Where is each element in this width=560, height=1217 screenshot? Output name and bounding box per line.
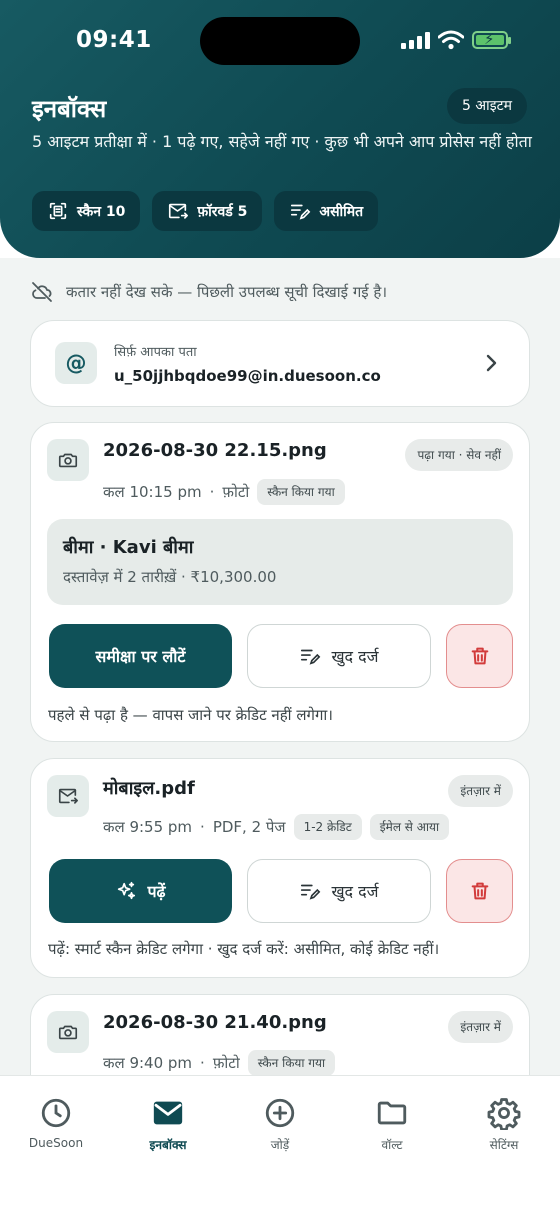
manual-entry-label: खुद दर्ज: [331, 882, 379, 901]
delete-button[interactable]: [446, 624, 513, 688]
item-meta: कल 9:40 pm · फ़ोटो स्कैन किया गया: [103, 1050, 336, 1075]
address-card[interactable]: @ सिर्फ़ आपका पता u_50jjhbqdoe99@in.dues…: [30, 320, 530, 407]
nav-label: वॉल्ट: [381, 1138, 403, 1152]
inbox-header: 09:41 ⚡ इनबॉक्स 5 आइटम 5 आइटम प्रतीक्षा …: [0, 0, 560, 258]
wifi-icon: [438, 30, 464, 50]
forward-mail-icon: [47, 775, 89, 817]
mail-icon: [153, 1101, 183, 1125]
delete-button[interactable]: [446, 859, 513, 923]
manual-entry-button[interactable]: खुद दर्ज: [247, 624, 431, 688]
item-tag: स्कैन किया गया: [257, 479, 345, 505]
chip-manual[interactable]: असीमित: [274, 191, 379, 231]
nav-item-settings[interactable]: सेटिंग्स: [448, 1096, 560, 1153]
scan-icon: [49, 202, 67, 220]
status-badge: इंतज़ार में: [448, 1011, 513, 1043]
gear-icon: [487, 1098, 521, 1130]
item-name: 2026-08-30 22.15.png: [103, 440, 327, 461]
nav-item-add[interactable]: जोड़ें: [224, 1096, 336, 1153]
item-type: फ़ोटो: [222, 483, 250, 501]
item-meta: कल 10:15 pm · फ़ोटो स्कैन किया गया: [103, 479, 345, 505]
item-note: पहले से पढ़ा है — वापस जाने पर क्रेडिट न…: [48, 706, 333, 724]
return-to-review-button[interactable]: समीक्षा पर लौटें: [49, 624, 232, 688]
status-time: 09:41: [76, 27, 152, 53]
item-time: कल 9:40 pm: [103, 1054, 193, 1072]
nav-item-duesoon[interactable]: DueSoon: [0, 1096, 112, 1150]
source-tag: ईमेल से आया: [369, 814, 450, 840]
at-icon: @: [55, 342, 97, 384]
trash-icon: [471, 882, 488, 900]
sparkle-icon: [118, 881, 136, 900]
chip-forward-label: फ़ॉरवर्ड 5: [197, 203, 248, 220]
page-title: इनबॉक्स: [32, 95, 107, 123]
trash-icon: [471, 647, 488, 665]
return-to-review-label: समीक्षा पर लौटें: [95, 647, 186, 666]
inbox-item[interactable]: मोबाइल.pdf इंतज़ार में कल 9:55 pm · PDF,…: [30, 758, 530, 978]
item-note: पढ़ें: स्मार्ट स्कैन क्रेडिट लगेगा · खुद…: [48, 940, 440, 958]
address-label: सिर्फ़ आपका पता: [114, 345, 197, 360]
item-name: मोबाइल.pdf: [103, 778, 195, 799]
nav-item-inbox[interactable]: इनबॉक्स: [112, 1096, 224, 1153]
item-type: फ़ोटो: [212, 1054, 240, 1072]
nav-label: सेटिंग्स: [489, 1138, 519, 1152]
manual-entry-label: खुद दर्ज: [331, 647, 379, 666]
item-time: कल 9:55 pm: [103, 818, 193, 836]
header-subtitle: 5 आइटम प्रतीक्षा में · 1 पढ़े गए, सहेजे …: [32, 132, 532, 151]
manual-entry-icon: [291, 204, 311, 220]
item-meta: कल 9:55 pm · PDF, 2 पेज 1-2 क्रेडिट ईमेल…: [103, 814, 450, 840]
cloud-off-icon: [32, 282, 52, 302]
clock-icon: [41, 1098, 71, 1128]
battery-icon: ⚡: [472, 30, 511, 49]
inbox-item[interactable]: 2026-08-30 22.15.png पढ़ा गया · सेव नहीं…: [30, 422, 530, 742]
summary-subtitle: दस्तावेज़ में 2 तारीख़ें · ₹10,300.00: [63, 568, 277, 586]
nav-item-vault[interactable]: वॉल्ट: [336, 1096, 448, 1153]
chevron-right-icon: [486, 354, 497, 372]
item-tag: स्कैन किया गया: [247, 1050, 336, 1075]
summary-title: बीमा · Kavi बीमा: [63, 537, 194, 558]
quota-chips: स्कैन 10 फ़ॉरवर्ड 5 असीमित: [32, 191, 379, 231]
dynamic-island: [200, 17, 360, 65]
add-circle-icon: [265, 1098, 295, 1128]
nav-label: इनबॉक्स: [149, 1138, 187, 1152]
address-value: u_50jjhbqdoe99@in.duesoon.co: [114, 367, 381, 385]
status-icons: ⚡: [401, 30, 511, 50]
item-time: कल 10:15 pm: [103, 483, 202, 501]
status-badge: पढ़ा गया · सेव नहीं: [405, 439, 513, 471]
signal-icon: [401, 31, 430, 49]
credit-tag: 1-2 क्रेडिट: [293, 814, 362, 840]
chip-forward[interactable]: फ़ॉरवर्ड 5: [152, 191, 263, 231]
chip-scan-label: स्कैन 10: [77, 203, 126, 220]
read-label: पढ़ें: [147, 882, 166, 901]
extracted-summary: बीमा · Kavi बीमा दस्तावेज़ में 2 तारीख़े…: [47, 519, 513, 605]
nav-label: जोड़ें: [270, 1138, 290, 1152]
camera-icon: [47, 439, 89, 481]
chip-manual-label: असीमित: [319, 203, 364, 220]
forward-mail-icon: [169, 203, 189, 219]
camera-icon: [47, 1011, 89, 1053]
chip-scan[interactable]: स्कैन 10: [32, 191, 141, 231]
manual-entry-icon: [301, 649, 321, 665]
item-count-badge: 5 आइटम: [447, 88, 527, 124]
item-type: PDF, 2 पेज: [212, 818, 286, 836]
bottom-nav: DueSoon इनबॉक्स जोड़ें वॉल्ट सेटिंग्स: [0, 1075, 560, 1217]
inbox-item[interactable]: 2026-08-30 21.40.png इंतज़ार में कल 9:40…: [30, 994, 530, 1075]
manual-entry-button[interactable]: खुद दर्ज: [247, 859, 431, 923]
offline-notice-text: कतार नहीं देख सके — पिछली उपलब्ध सूची दि…: [66, 283, 388, 301]
read-button[interactable]: पढ़ें: [49, 859, 232, 923]
folder-icon: [377, 1101, 407, 1125]
nav-label: DueSoon: [28, 1136, 84, 1150]
item-name: 2026-08-30 21.40.png: [103, 1012, 327, 1033]
status-badge: इंतज़ार में: [448, 775, 513, 807]
offline-notice: कतार नहीं देख सके — पिछली उपलब्ध सूची दि…: [30, 280, 387, 304]
inbox-content[interactable]: कतार नहीं देख सके — पिछली उपलब्ध सूची दि…: [0, 258, 560, 1075]
manual-entry-icon: [301, 884, 321, 900]
